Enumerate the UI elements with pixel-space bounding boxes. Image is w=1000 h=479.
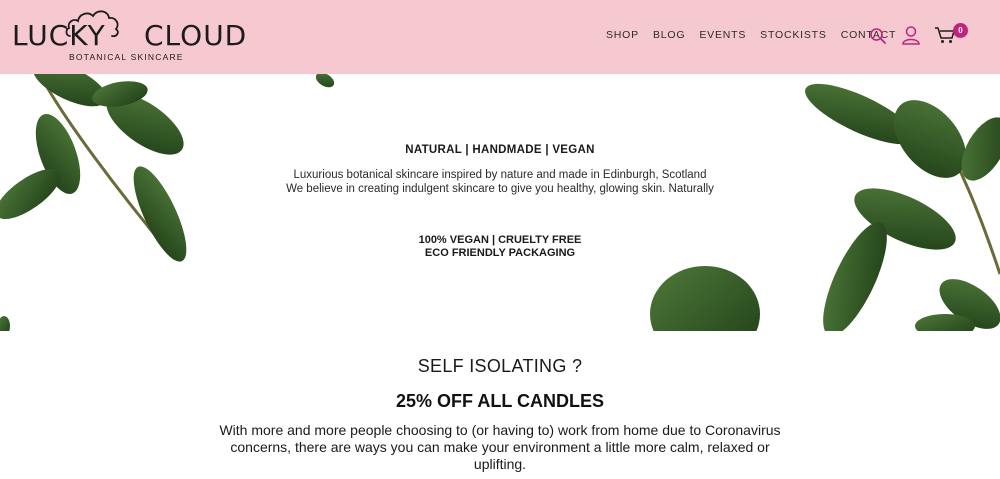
nav-item-shop[interactable]: SHOP — [606, 29, 639, 41]
brand-logo[interactable]: LUCKY CLOUD BOTANICAL SKINCARE — [12, 6, 246, 66]
hero-badge-line2: ECO FRIENDLY PACKAGING — [424, 247, 576, 259]
logo-text-right: CLOUD — [144, 19, 248, 52]
hero-banner: NATURAL | HANDMADE | VEGAN Luxurious bot… — [0, 74, 1000, 331]
hero-description-line1: Luxurious botanical skincare inspired by… — [293, 169, 707, 181]
search-icon[interactable] — [869, 27, 887, 45]
main-nav: SHOP BLOG EVENTS STOCKISTS CONTACT — [606, 29, 910, 41]
nav-item-stockists[interactable]: STOCKISTS — [760, 29, 827, 41]
user-icon[interactable] — [901, 25, 921, 45]
nav-item-events[interactable]: EVENTS — [699, 29, 746, 41]
site-header: LUCKY CLOUD BOTANICAL SKINCARE SHOP BLOG… — [0, 0, 1000, 74]
cloud-logo-icon — [65, 10, 119, 38]
promo-subtitle: 25% OFF ALL CANDLES — [395, 391, 605, 411]
logo-subtitle: BOTANICAL SKINCARE — [69, 52, 184, 62]
hero-badge-line1: 100% VEGAN | CRUELTY FREE — [418, 234, 582, 246]
promo-title: SELF ISOLATING ? — [417, 356, 583, 376]
nav-item-blog[interactable]: BLOG — [653, 29, 685, 41]
cart-count-badge[interactable]: 0 — [953, 23, 968, 38]
hero-tagline: NATURAL | HANDMADE | VEGAN — [405, 144, 595, 156]
promo-body-text: With more and more people choosing to (o… — [219, 422, 781, 472]
hero-description-line2: We believe in creating indulgent skincar… — [286, 183, 714, 195]
leaf-decoration — [0, 74, 1000, 331]
